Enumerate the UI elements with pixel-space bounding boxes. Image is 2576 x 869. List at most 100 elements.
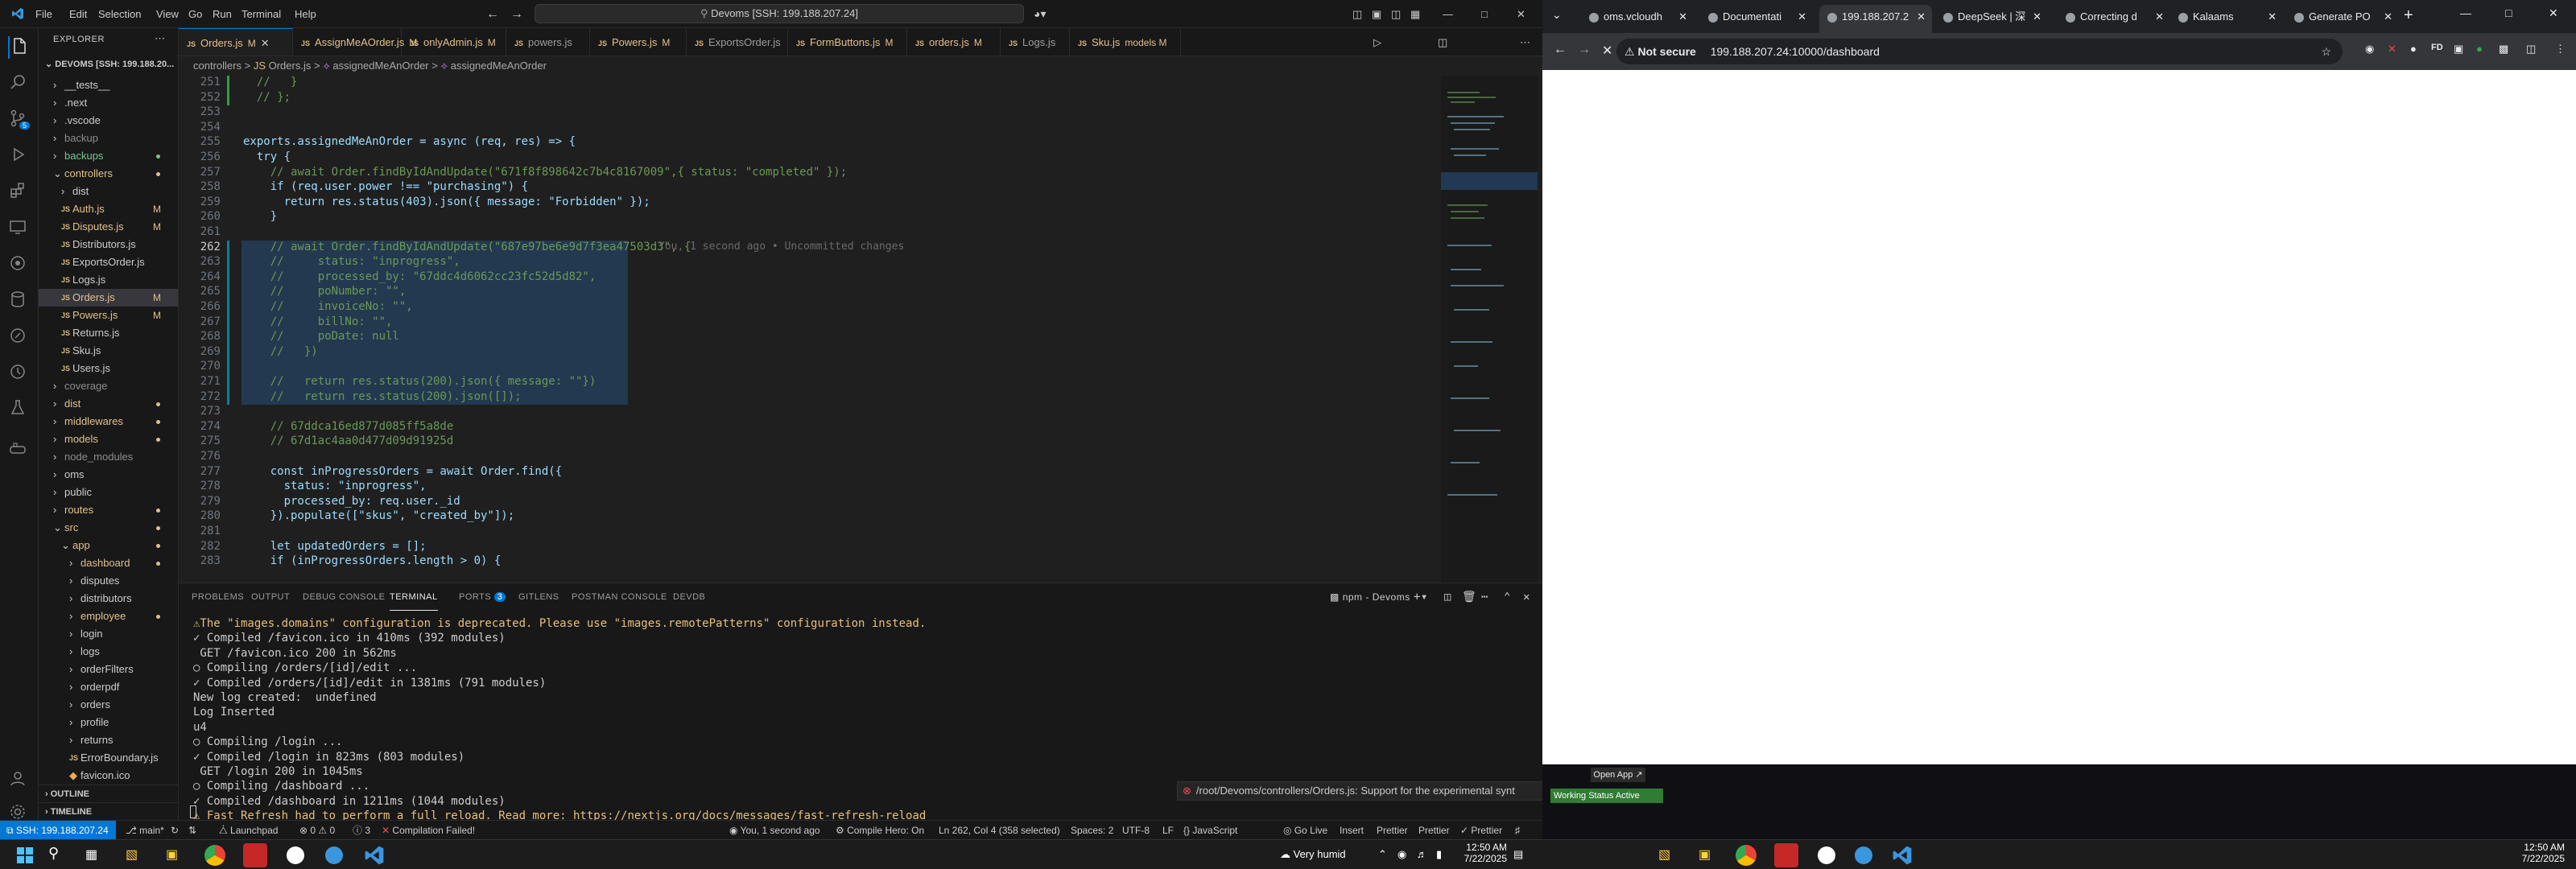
tree-item[interactable]: JS Distributors.js (39, 236, 178, 253)
new-terminal-icon[interactable]: +▾ (1414, 583, 1428, 611)
menu-run[interactable]: Run (213, 0, 232, 28)
browser-tab[interactable]: Generate PO ✕ (2286, 5, 2399, 33)
tree-item[interactable]: ◆ favicon.ico (39, 767, 178, 785)
clock[interactable]: 12:50 AM 7/22/2025 (1459, 842, 1507, 864)
breadcrumb-symbol[interactable]: assignedMeAnOrder (332, 60, 428, 72)
eol-status[interactable]: LF (1162, 821, 1174, 840)
timeline-section[interactable]: › TIMELINE (39, 802, 178, 820)
tree-item[interactable]: JS ExportsOrder.js (39, 253, 178, 271)
tab-close-icon[interactable]: ✕ (1678, 5, 1687, 29)
branch-status[interactable]: ⎇ main* (126, 821, 164, 840)
editor-tab[interactable]: JS onlyAdmin.js M (402, 28, 506, 56)
editor-tab[interactable]: JS AssignMeAOrder.js M (293, 28, 417, 56)
tree-item[interactable]: ⌄ src (39, 519, 178, 537)
outline-section[interactable]: › OUTLINE (39, 785, 178, 802)
insert-mode[interactable]: Insert (1340, 821, 1364, 840)
battery-icon[interactable]: ▮ (1436, 848, 1442, 861)
prettier-status[interactable]: Prettier (1377, 821, 1408, 840)
extension-icon[interactable]: ✕ (2388, 43, 2396, 56)
tree-item[interactable]: JS Orders.js M (39, 289, 178, 307)
file-explorer-icon[interactable]: ▧ (126, 846, 138, 863)
tree-item[interactable]: JS Auth.js M (39, 200, 178, 218)
tree-item[interactable]: › .next (39, 94, 178, 112)
extension-icon[interactable]: ● (2476, 43, 2483, 55)
tab-close-icon[interactable]: ✕ (2268, 5, 2277, 29)
toggle-panel-icon[interactable]: ▣ (1372, 0, 1381, 28)
tree-item[interactable]: › orderFilters (39, 661, 178, 678)
tree-item[interactable]: JS Sku.js (39, 342, 178, 360)
editor-tab[interactable]: JS powers.js (506, 28, 590, 56)
tree-item[interactable]: JS Disputes.js M (39, 218, 178, 236)
extension-icon[interactable]: ▣ (2454, 43, 2463, 56)
security-label[interactable]: Not secure (1637, 45, 1695, 58)
tree-item[interactable]: › backup (39, 130, 178, 147)
menu-go[interactable]: Go (188, 0, 202, 28)
tree-item[interactable]: › returns (39, 731, 178, 749)
tree-item[interactable]: › disputes (39, 572, 178, 590)
maximize-panel-icon[interactable]: ⌃ (1504, 583, 1511, 611)
tree-item[interactable]: ⌄ controllers (39, 165, 178, 183)
extension-icon[interactable]: ▩ (2499, 43, 2508, 56)
volume-icon[interactable]: ♬ (1417, 848, 1427, 860)
editor-tab[interactable]: JS Powers.js M (590, 28, 687, 56)
toggle-secondary-icon[interactable]: ◫ (1391, 0, 1401, 28)
editor-tab[interactable]: JS FormButtons.js M (788, 28, 907, 56)
layout-icon[interactable]: ▦ (1410, 0, 1420, 28)
explorer-more-icon[interactable]: ⋯ (155, 32, 165, 45)
tab-problems[interactable]: PROBLEMS (192, 583, 244, 611)
browser-tab[interactable]: Kalaams ✕ (2170, 5, 2283, 33)
tab-close-icon[interactable]: ✕ (2155, 5, 2164, 29)
open-app-button[interactable]: Open App ↗ (1591, 768, 1645, 782)
windows-start-icon[interactable] (16, 846, 34, 864)
tree-item[interactable]: › .vscode (39, 112, 178, 130)
extension-icon[interactable]: FD (2431, 43, 2443, 52)
stop-loading-icon[interactable]: ✕ (1602, 43, 1612, 59)
tree-item[interactable]: JS Users.js (39, 360, 178, 377)
tab-terminal[interactable]: TERMINAL (390, 583, 438, 611)
menu-view[interactable]: View (156, 0, 179, 28)
tab-debug-console[interactable]: DEBUG CONSOLE (303, 583, 385, 611)
browser-tab[interactable]: 199.188.207.2 ✕ (1819, 5, 1932, 33)
nav-back-icon[interactable]: ← (486, 0, 499, 28)
editor-tab[interactable]: JS ExportsOrder.js (687, 28, 788, 56)
tree-item[interactable]: › node_modules (39, 448, 178, 466)
timeline-view-icon[interactable] (8, 362, 31, 385)
chrome-taskbar-icon[interactable] (204, 845, 225, 866)
minimize-icon[interactable]: — (1443, 0, 1453, 28)
tree-item[interactable]: › login (39, 625, 178, 643)
search-icon[interactable]: ⚲ (48, 845, 59, 862)
explorer-icon[interactable] (8, 36, 31, 59)
terminal-selector[interactable]: ▩ npm - Devoms (1330, 583, 1410, 611)
split-terminal-icon[interactable]: ◫ (1444, 583, 1451, 611)
task-view-icon[interactable]: ▦ (85, 846, 97, 863)
compile-hero-status[interactable]: ⚙ Compile Hero: On (836, 821, 924, 840)
database-icon[interactable] (8, 290, 31, 312)
tab-search-icon[interactable]: ⌄ (1552, 8, 1562, 22)
go-live-status[interactable]: ◎ Go Live (1283, 821, 1327, 840)
extension-icon[interactable]: ● (2410, 43, 2417, 55)
tree-item[interactable]: JS ErrorBoundary.js (39, 749, 178, 767)
app-taskbar-icon[interactable] (1855, 846, 1872, 864)
tree-item[interactable]: › employee (39, 607, 178, 625)
browser-tab[interactable]: DeepSeek | 深 ✕ (1935, 5, 2048, 33)
tab-close-icon[interactable]: ✕ (1798, 5, 1806, 29)
forward-icon[interactable]: → (1578, 43, 1591, 57)
browser-tab[interactable]: Documentati ✕ (1700, 5, 1813, 33)
menu-terminal[interactable]: Terminal (242, 0, 281, 28)
tree-item[interactable]: JS Logs.js (39, 271, 178, 289)
tree-item[interactable]: › orderpdf (39, 678, 178, 696)
language-mode[interactable]: {} JavaScript (1183, 821, 1237, 840)
page-content[interactable] (1542, 70, 2576, 839)
minimap[interactable] (1441, 76, 1538, 583)
info-status[interactable]: ⓘ 3 (353, 821, 370, 840)
app-taskbar-icon[interactable] (243, 843, 267, 867)
new-tab-icon[interactable]: + (2404, 6, 2413, 25)
tray-overflow-icon[interactable]: ⌃ (1378, 848, 1387, 861)
code-editor[interactable]: 251 // } 252 // }; 253 254 255 exports.assign… (179, 76, 1542, 583)
tab-close-icon[interactable]: ✕ (261, 37, 270, 49)
tree-item[interactable]: › __tests__ (39, 76, 178, 94)
wifi-icon[interactable]: ◉ (1397, 848, 1406, 861)
working-status-badge[interactable]: Working Status Active (1550, 789, 1663, 803)
toggle-sidebar-icon[interactable]: ◫ (1352, 0, 1362, 28)
tree-item[interactable]: › dist (39, 183, 178, 200)
